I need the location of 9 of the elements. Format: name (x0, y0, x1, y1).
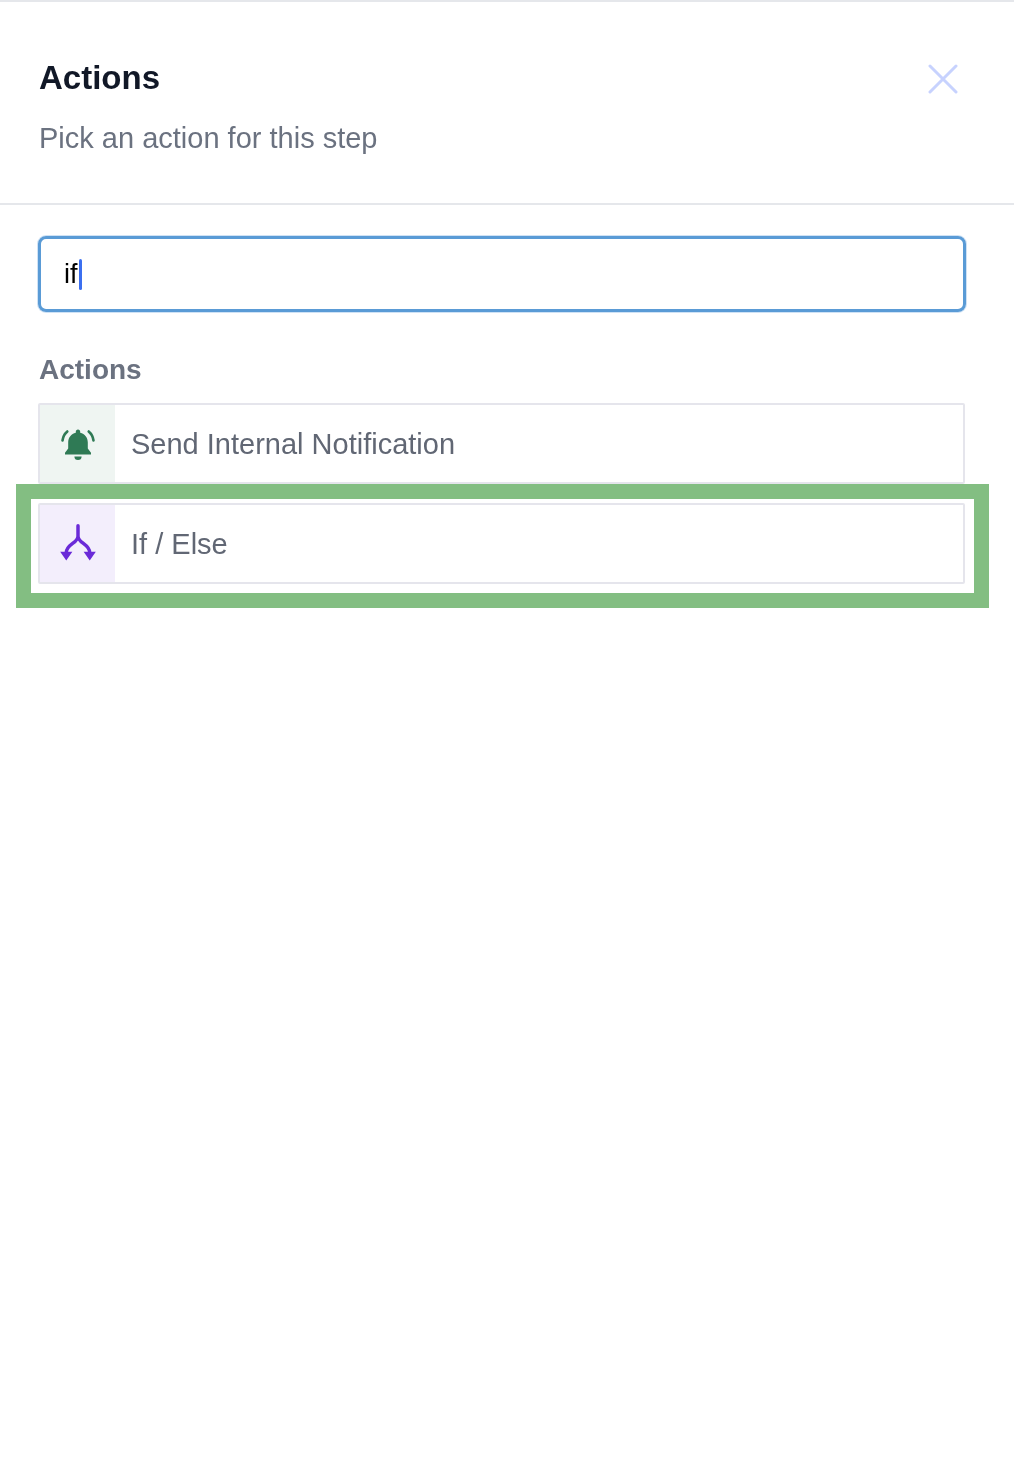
action-item[interactable]: If / Else (38, 503, 965, 584)
close-button[interactable] (928, 64, 958, 94)
section-heading: Actions (39, 353, 143, 387)
search-field[interactable]: if (38, 236, 966, 312)
text-cursor-icon (78, 258, 82, 290)
panel-title: Actions (39, 58, 160, 98)
panel-subtitle: Pick an action for this step (39, 121, 378, 155)
action-item[interactable]: Send Internal Notification (38, 403, 965, 484)
close-icon (928, 64, 958, 94)
